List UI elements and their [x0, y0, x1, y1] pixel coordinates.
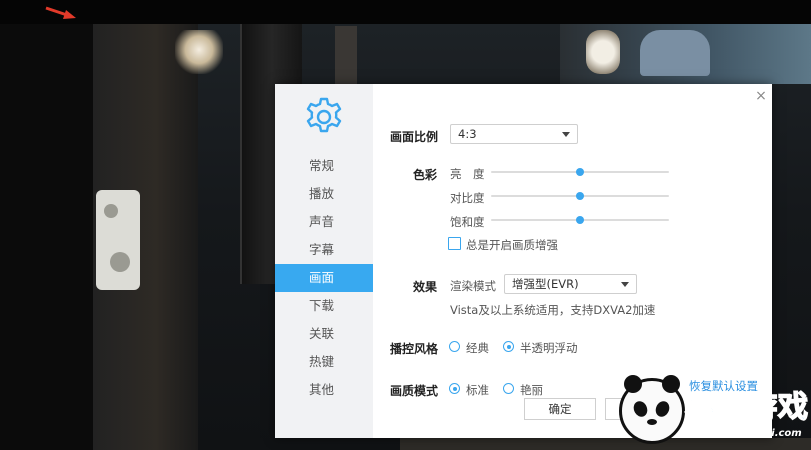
nav-item-hotkeys[interactable]: 热键	[275, 348, 373, 376]
scene-device-dot	[104, 204, 118, 218]
playback-style-classic-radio[interactable]	[449, 341, 460, 352]
chevron-down-icon	[621, 282, 629, 287]
slider-thumb[interactable]	[576, 192, 584, 200]
brightness-label: 亮 度	[450, 167, 485, 181]
quality-mode-vivid-label[interactable]: 艳丽	[520, 382, 543, 398]
quality-mode-standard-label[interactable]: 标准	[466, 382, 489, 398]
nav-item-general[interactable]: 常规	[275, 152, 373, 180]
scene-lamp	[175, 30, 223, 74]
watermark-text: 小黑游戏	[684, 389, 809, 426]
panda-eye	[653, 399, 672, 419]
quality-mode-label: 画质模式	[390, 384, 439, 398]
ok-button[interactable]: 确定	[524, 398, 596, 420]
saturation-label: 饱和度	[450, 215, 485, 229]
aspect-ratio-select[interactable]: 4:3	[450, 124, 578, 144]
slider-thumb[interactable]	[576, 168, 584, 176]
enhance-checkbox[interactable]	[448, 237, 461, 250]
video-top-bar	[0, 0, 811, 24]
nav-item-other[interactable]: 其他	[275, 376, 373, 404]
panda-nose	[647, 419, 657, 425]
close-button[interactable]: ×	[753, 88, 769, 104]
playback-style-floating-label[interactable]: 半透明浮动	[520, 340, 578, 356]
scene-device-dot	[110, 252, 130, 272]
render-mode-select[interactable]: 增强型(EVR)	[504, 274, 637, 294]
playback-style-floating-radio[interactable]	[503, 341, 514, 352]
quality-mode-standard-radio[interactable]	[449, 383, 460, 394]
gear-icon	[306, 97, 342, 133]
nav-item-playback[interactable]: 播放	[275, 180, 373, 208]
brightness-slider[interactable]	[491, 167, 669, 177]
site-watermark: 小黑游戏 www.xiaohei.com	[615, 372, 811, 450]
enhance-checkbox-label[interactable]: 总是开启画质增强	[466, 237, 558, 253]
quality-mode-vivid-radio[interactable]	[503, 383, 514, 394]
panda-ear	[662, 375, 680, 393]
red-arrow-icon	[45, 6, 76, 19]
chevron-down-icon	[562, 132, 570, 137]
render-mode-note: Vista及以上系统适用，支持DXVA2加速	[450, 303, 656, 317]
saturation-slider[interactable]	[491, 215, 669, 225]
render-mode-value: 增强型(EVR)	[512, 277, 579, 291]
aspect-ratio-label: 画面比例	[390, 130, 439, 144]
contrast-slider[interactable]	[491, 191, 669, 201]
nav-item-subtitle[interactable]: 字幕	[275, 236, 373, 264]
effect-label: 效果	[413, 280, 438, 294]
scene-person	[640, 30, 710, 76]
render-mode-label: 渲染模式	[450, 279, 496, 293]
nav-item-picture[interactable]: 画面	[275, 264, 373, 292]
playback-style-classic-label[interactable]: 经典	[466, 340, 489, 356]
panda-eye	[631, 399, 650, 419]
settings-sidebar: 常规 播放 声音 字幕 画面 下载 关联 热键 其他	[275, 84, 373, 438]
watermark-url: www.xiaohei.com	[703, 428, 802, 439]
nav-item-association[interactable]: 关联	[275, 320, 373, 348]
color-label: 色彩	[413, 168, 438, 182]
contrast-label: 对比度	[450, 191, 485, 205]
scene-device	[96, 190, 140, 290]
panda-logo-icon	[619, 375, 685, 444]
nav-item-download[interactable]: 下载	[275, 292, 373, 320]
slider-thumb[interactable]	[576, 216, 584, 224]
panda-ear	[624, 375, 642, 393]
scene-clock	[586, 30, 620, 74]
playback-style-label: 播控风格	[390, 342, 439, 356]
aspect-ratio-value: 4:3	[458, 127, 477, 141]
nav-item-sound[interactable]: 声音	[275, 208, 373, 236]
